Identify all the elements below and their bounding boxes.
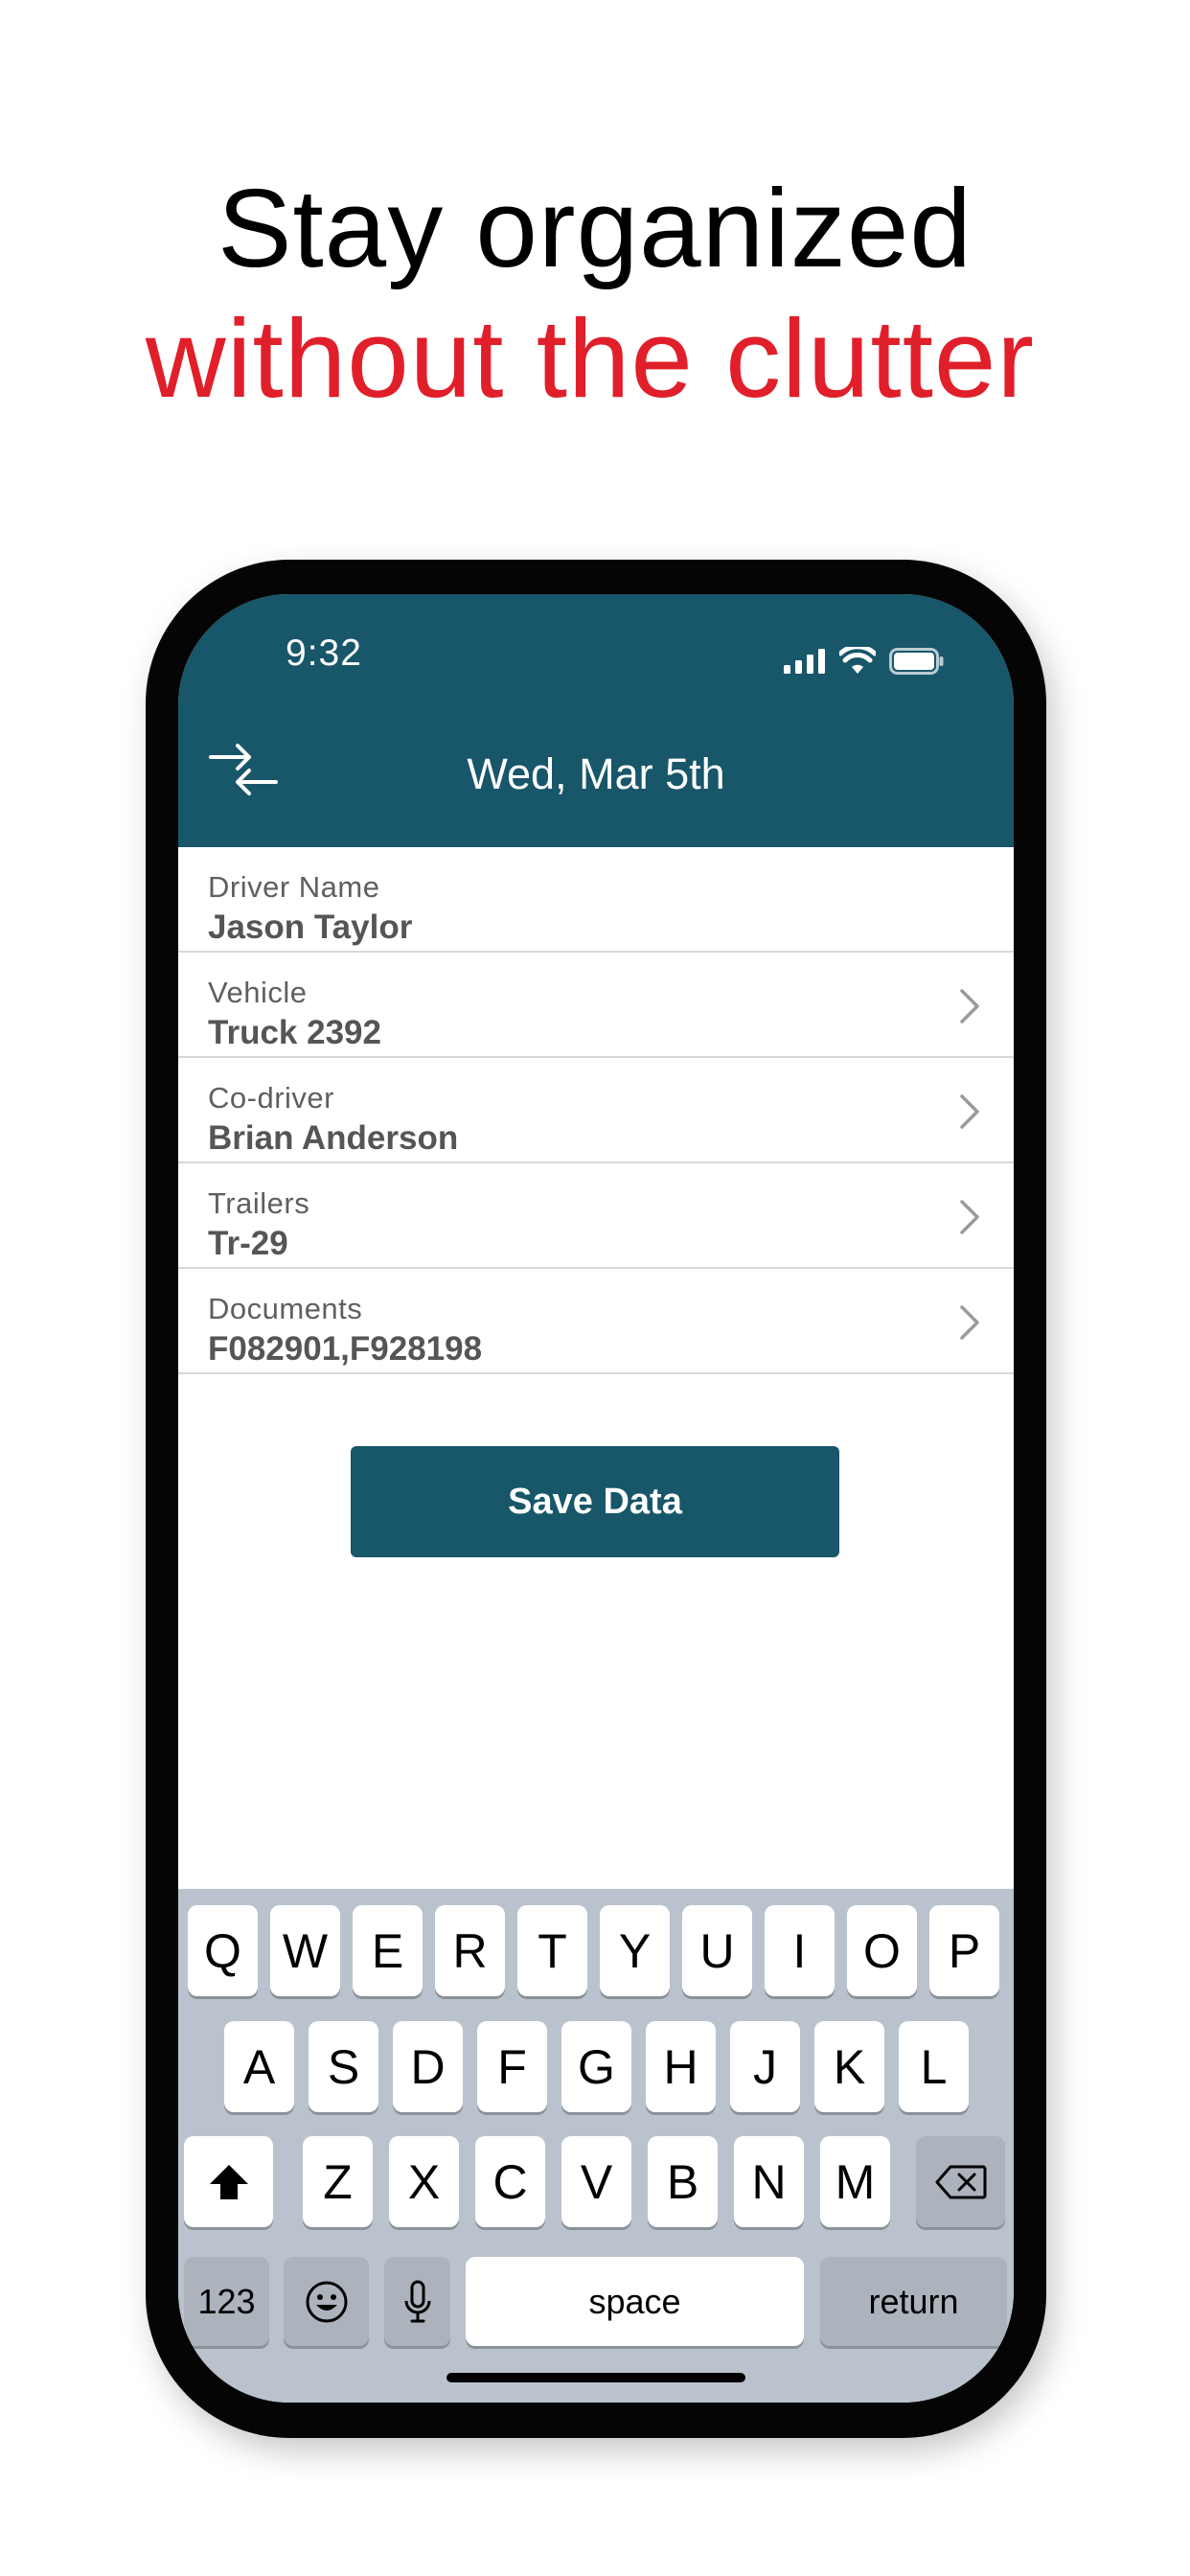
row-label: Co-driver	[208, 1081, 334, 1115]
key-g[interactable]: G	[561, 2021, 631, 2112]
key-y[interactable]: Y	[600, 1905, 670, 1996]
numbers-key[interactable]: 123	[184, 2257, 269, 2346]
driver-info-list: Driver Name Jason Taylor Vehicle Truck 2…	[178, 847, 1014, 1374]
key-q[interactable]: Q	[188, 1905, 258, 1996]
key-j[interactable]: J	[730, 2021, 800, 2112]
key-u[interactable]: U	[682, 1905, 752, 1996]
shift-icon	[209, 2164, 248, 2199]
key-n[interactable]: N	[734, 2136, 804, 2227]
key-b[interactable]: B	[648, 2136, 718, 2227]
key-d[interactable]: D	[393, 2021, 463, 2112]
status-icons	[784, 642, 945, 680]
row-value: Tr-29	[208, 1225, 288, 1262]
phone-screen: 9:32 Wed, Mar 5th Driver Name Jason Tayl…	[178, 594, 1014, 2403]
microphone-icon	[404, 2280, 430, 2322]
status-time: 9:32	[286, 632, 362, 674]
key-z[interactable]: Z	[303, 2136, 373, 2227]
row-value: F082901,F928198	[208, 1330, 483, 1368]
key-m[interactable]: M	[820, 2136, 890, 2227]
app-header: 9:32 Wed, Mar 5th	[178, 594, 1014, 847]
headline-line-1: Stay organized	[217, 166, 973, 290]
space-key[interactable]: space	[466, 2257, 804, 2346]
chevron-right-icon	[960, 989, 979, 1024]
chevron-right-icon	[960, 1200, 979, 1234]
key-v[interactable]: V	[561, 2136, 631, 2227]
key-s[interactable]: S	[309, 2021, 378, 2112]
marketing-headline: Stay organized without the clutter	[0, 163, 1190, 424]
key-l[interactable]: L	[899, 2021, 969, 2112]
key-h[interactable]: H	[646, 2021, 716, 2112]
chevron-right-icon	[960, 1094, 979, 1129]
key-c[interactable]: C	[475, 2136, 545, 2227]
row-label: Trailers	[208, 1186, 310, 1220]
key-f[interactable]: F	[477, 2021, 547, 2112]
row-label: Driver Name	[208, 870, 380, 904]
onscreen-keyboard: Q W E R T Y U I O P A S D F G H J K L Z …	[178, 1889, 1014, 2403]
save-data-button[interactable]: Save Data	[351, 1446, 839, 1557]
row-trailers[interactable]: Trailers Tr-29	[178, 1163, 1014, 1269]
chevron-right-icon	[960, 1305, 979, 1340]
return-key[interactable]: return	[820, 2257, 1007, 2346]
key-k[interactable]: K	[814, 2021, 884, 2112]
backspace-icon	[935, 2165, 986, 2198]
battery-icon	[889, 648, 944, 675]
row-vehicle[interactable]: Vehicle Truck 2392	[178, 953, 1014, 1058]
row-documents[interactable]: Documents F082901,F928198	[178, 1269, 1014, 1374]
page-title: Wed, Mar 5th	[467, 749, 725, 798]
key-a[interactable]: A	[224, 2021, 294, 2112]
wifi-icon	[839, 647, 876, 674]
emoji-icon	[306, 2281, 347, 2322]
key-i[interactable]: I	[765, 1905, 835, 1996]
key-x[interactable]: X	[389, 2136, 459, 2227]
row-value: Brian Anderson	[208, 1119, 459, 1157]
row-value: Truck 2392	[208, 1014, 381, 1051]
key-o[interactable]: O	[847, 1905, 917, 1996]
row-driver-name[interactable]: Driver Name Jason Taylor	[178, 847, 1014, 953]
dictation-key[interactable]	[384, 2257, 450, 2346]
emoji-key[interactable]	[284, 2257, 369, 2346]
row-co-driver[interactable]: Co-driver Brian Anderson	[178, 1058, 1014, 1163]
headline-line-2: without the clutter	[145, 296, 1036, 421]
row-label: Documents	[208, 1292, 363, 1325]
key-t[interactable]: T	[517, 1905, 587, 1996]
home-indicator	[446, 2373, 745, 2382]
row-label: Vehicle	[208, 976, 308, 1009]
row-value: Jason Taylor	[208, 908, 413, 946]
delete-key[interactable]	[916, 2136, 1005, 2227]
key-w[interactable]: W	[270, 1905, 340, 1996]
cellular-signal-icon	[784, 649, 825, 674]
key-r[interactable]: R	[435, 1905, 505, 1996]
shift-key[interactable]	[184, 2136, 273, 2227]
key-e[interactable]: E	[353, 1905, 423, 1996]
key-p[interactable]: P	[929, 1905, 999, 1996]
